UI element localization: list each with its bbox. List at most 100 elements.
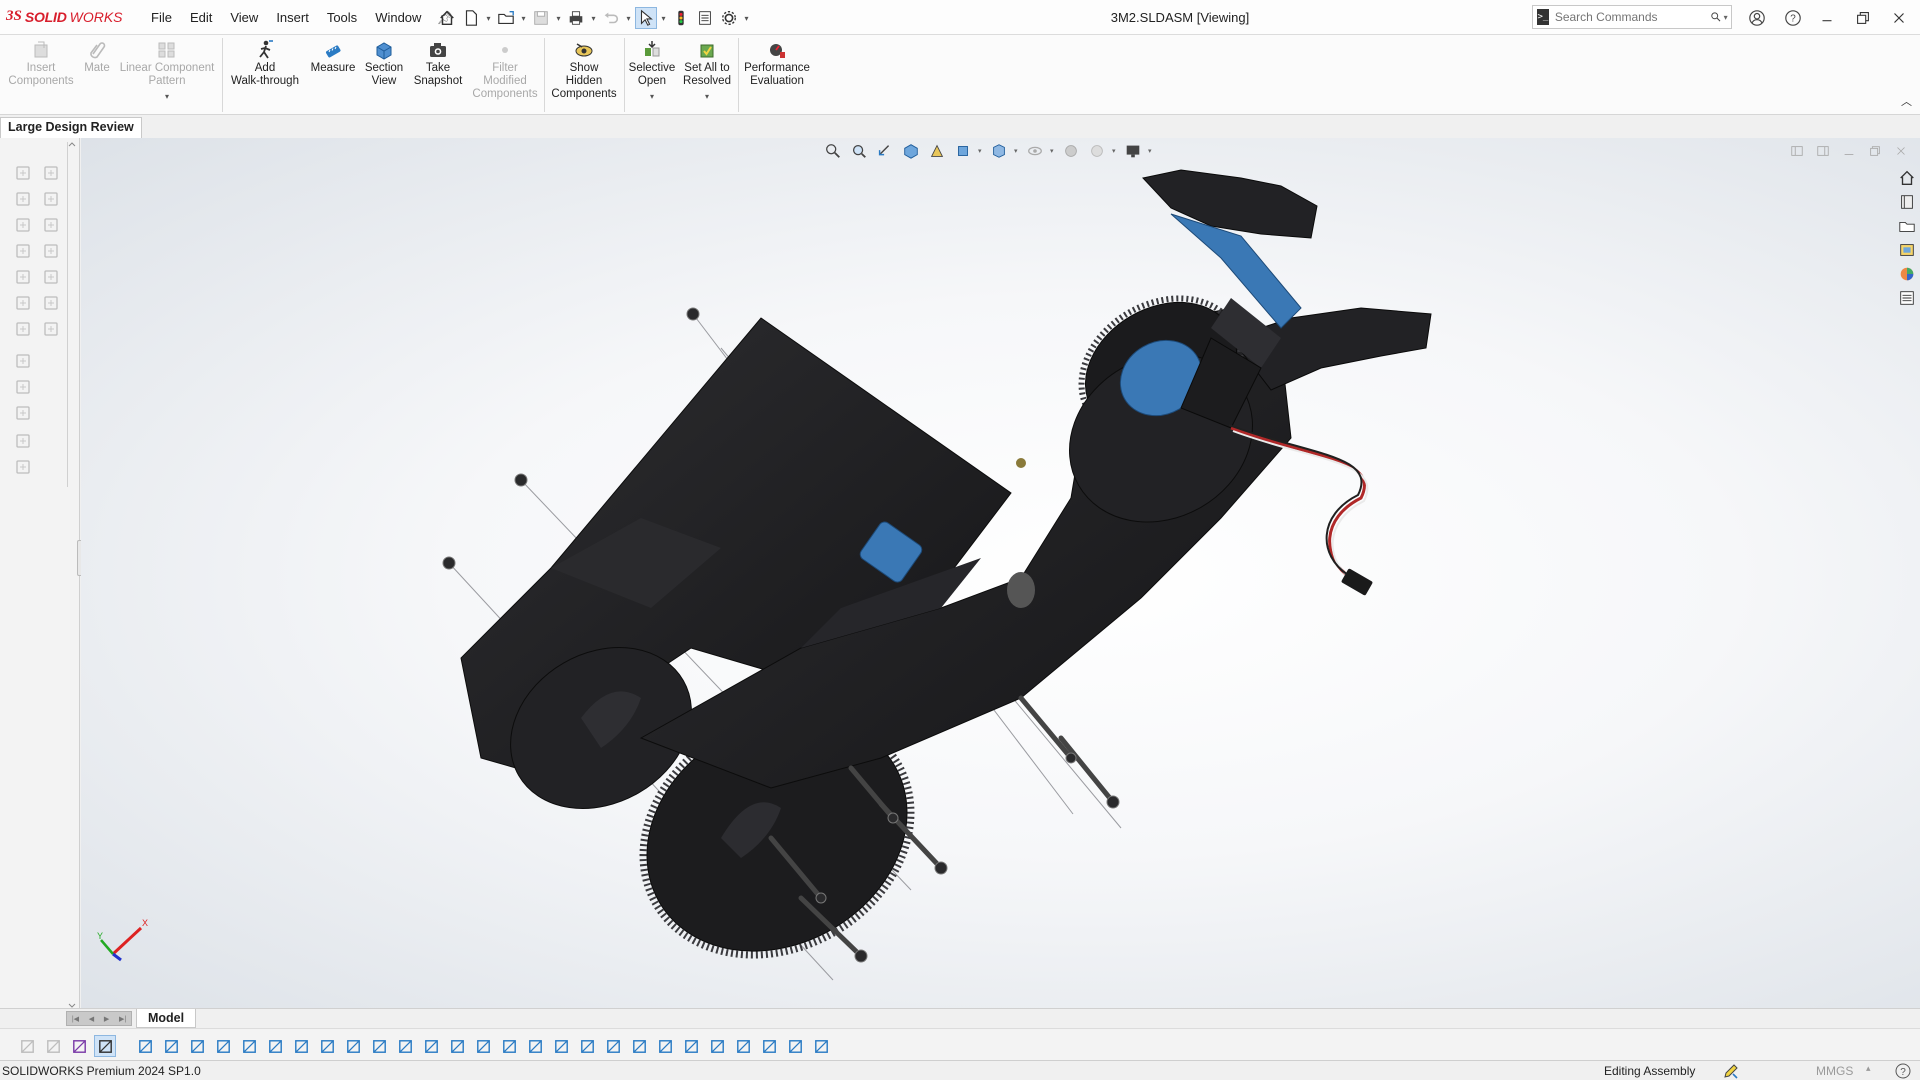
status-unit-system[interactable]: MMGS — [1816, 1064, 1853, 1078]
set-all-to-resolved-button[interactable]: Set All to Resolved ▾ — [680, 39, 734, 103]
show-hidden-components-button[interactable]: Show Hidden Components — [548, 39, 620, 101]
selection-filter-icon[interactable] — [68, 1035, 90, 1057]
zoom-to-area-icon[interactable] — [848, 140, 870, 162]
mate-filter-icon[interactable] — [784, 1035, 806, 1057]
options-gear-icon[interactable] — [718, 7, 740, 29]
hide-tool-icon[interactable] — [42, 216, 60, 234]
search-commands-box[interactable]: >_ ▾ — [1532, 5, 1732, 29]
mate-button[interactable]: Mate — [80, 39, 114, 75]
line-icon[interactable] — [186, 1035, 208, 1057]
take-snapshot-button[interactable]: Take Snapshot — [410, 39, 466, 88]
select-other-icon[interactable] — [134, 1035, 156, 1057]
edit-tool-icon[interactable] — [14, 378, 32, 396]
new-document-icon[interactable] — [460, 7, 482, 29]
insert-components-button[interactable]: Insert Components — [6, 39, 76, 88]
face-icon[interactable] — [212, 1035, 234, 1057]
layers-tool-icon[interactable] — [14, 458, 32, 476]
display-style-dropdown-icon[interactable]: ▾ — [1014, 147, 1020, 155]
menu-edit[interactable]: Edit — [181, 10, 221, 25]
centerline-icon[interactable] — [680, 1035, 702, 1057]
last-tab-icon[interactable]: ▶| — [119, 1015, 126, 1023]
status-help-icon[interactable]: ? — [1894, 1062, 1912, 1080]
print-icon[interactable] — [565, 7, 587, 29]
cosmetic-thread-icon[interactable] — [602, 1035, 624, 1057]
hole-callout-icon[interactable] — [628, 1035, 650, 1057]
collapse-ribbon-icon[interactable]: ︿ — [1901, 93, 1912, 109]
zoom-tool-icon[interactable] — [14, 268, 32, 286]
select-arrow-icon[interactable] — [94, 1035, 116, 1057]
apply-scene-icon[interactable] — [1086, 140, 1108, 162]
datum-target-icon[interactable] — [654, 1035, 676, 1057]
surface-icon[interactable] — [238, 1035, 260, 1057]
minimize-icon[interactable] — [1814, 5, 1840, 31]
open-folder-icon[interactable] — [495, 7, 517, 29]
vertex-icon[interactable] — [316, 1035, 338, 1057]
view-orientation-icon[interactable] — [952, 140, 974, 162]
design-library-icon[interactable] — [1896, 192, 1918, 212]
viewport-close-icon[interactable] — [1892, 142, 1910, 160]
stamp-tool-icon[interactable] — [14, 404, 32, 422]
undo-icon[interactable] — [600, 7, 622, 29]
help-icon[interactable]: ? — [1780, 5, 1806, 31]
plane-icon[interactable] — [732, 1035, 754, 1057]
user-account-icon[interactable] — [1744, 5, 1770, 31]
filter-edges-icon[interactable] — [42, 1035, 64, 1057]
view-settings-dropdown-icon[interactable]: ▾ — [1148, 147, 1154, 155]
pencil-tool-icon[interactable] — [14, 352, 32, 370]
open-dropdown-icon[interactable]: ▾ — [519, 7, 528, 29]
rebuild-pencil-icon[interactable] — [1722, 1062, 1740, 1080]
view-tool-icon[interactable] — [42, 320, 60, 338]
view-orientation-dropdown-icon[interactable]: ▾ — [978, 147, 984, 155]
datum-icon[interactable] — [446, 1035, 468, 1057]
solidworks-logo[interactable]: 3S SOLID WORKS — [6, 8, 123, 25]
file-properties-icon[interactable] — [694, 7, 716, 29]
filter-modified-components-button[interactable]: Filter Modified Components — [470, 39, 540, 101]
traffic-light-icon[interactable] — [670, 7, 692, 29]
tile-left-icon[interactable] — [1788, 142, 1806, 160]
sketch-segment-icon[interactable] — [368, 1035, 390, 1057]
selective-open-button[interactable]: Selective Open ▾ — [628, 39, 676, 103]
measure-tool-icon[interactable] — [14, 216, 32, 234]
selective-open-dropdown-icon[interactable]: ▾ — [650, 90, 654, 103]
units-dropdown-icon[interactable]: ▴ — [1866, 1063, 1871, 1074]
hide-show-dropdown-icon[interactable]: ▾ — [1050, 147, 1056, 155]
menu-file[interactable]: File — [142, 10, 181, 25]
add-walkthrough-button[interactable]: Add Walk-through — [226, 39, 304, 88]
select-pointer-icon[interactable] — [635, 7, 657, 29]
search-dropdown-icon[interactable]: ▾ — [1724, 13, 1731, 22]
first-tab-icon[interactable]: |◀ — [72, 1015, 79, 1023]
filter-icon[interactable] — [16, 1035, 38, 1057]
left-panel-scrollbar[interactable] — [66, 140, 78, 1010]
weld-icon[interactable] — [576, 1035, 598, 1057]
transparency-tool-icon[interactable] — [42, 242, 60, 260]
section-tool-icon[interactable] — [14, 294, 32, 312]
snapshot-tool-icon[interactable] — [14, 190, 32, 208]
new-dropdown-icon[interactable]: ▾ — [484, 7, 493, 29]
linear-component-pattern-button[interactable]: Linear Component Pattern ▾ — [118, 39, 216, 103]
search-commands-input[interactable] — [1554, 10, 1710, 24]
section-view-hud-icon[interactable] — [900, 140, 922, 162]
note-icon[interactable] — [524, 1035, 546, 1057]
hide-show-items-icon[interactable] — [1024, 140, 1046, 162]
options-dropdown-icon[interactable]: ▾ — [742, 7, 751, 29]
viewport-restore-icon[interactable] — [1866, 142, 1884, 160]
appearances-scenes-icon[interactable] — [1896, 264, 1918, 284]
edge-icon[interactable] — [290, 1035, 312, 1057]
custom-properties-icon[interactable] — [1896, 288, 1918, 308]
dynamic-annotation-icon[interactable] — [926, 140, 948, 162]
linear-pattern-dropdown-icon[interactable]: ▾ — [165, 90, 169, 103]
display-style-icon[interactable] — [988, 140, 1010, 162]
geometric-tolerance-icon[interactable] — [498, 1035, 520, 1057]
tab-large-design-review[interactable]: Large Design Review — [0, 117, 142, 138]
graphics-area[interactable]: ▾ ▾ ▾ ▾ ▾ X Y — [81, 138, 1920, 1014]
file-explorer-icon[interactable] — [1896, 216, 1918, 236]
menu-insert[interactable]: Insert — [267, 10, 318, 25]
sketch-icon[interactable] — [342, 1035, 364, 1057]
display-tool-icon[interactable] — [42, 294, 60, 312]
performance-evaluation-button[interactable]: Performance Evaluation — [742, 39, 812, 88]
undo-dropdown-icon[interactable]: ▾ — [624, 7, 633, 29]
isolate-tool-icon[interactable] — [14, 242, 32, 260]
view-settings-monitor-icon[interactable] — [1122, 140, 1144, 162]
solidworks-resources-home-icon[interactable] — [1896, 168, 1918, 188]
measure-button[interactable]: Measure — [308, 39, 358, 75]
